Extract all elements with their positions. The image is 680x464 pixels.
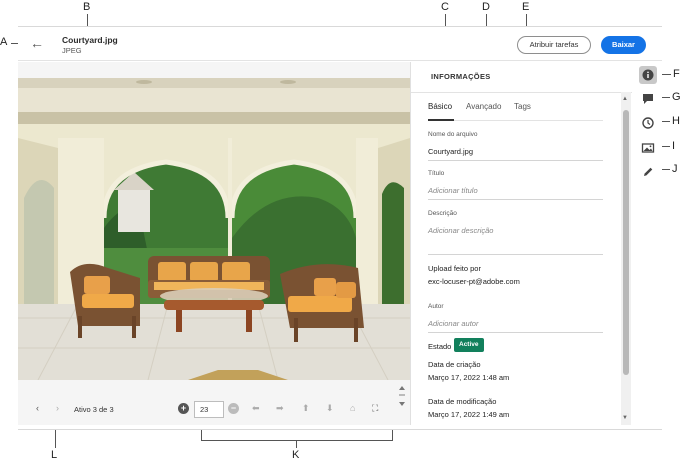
download-button[interactable]: Baixar xyxy=(601,36,646,54)
active-tab-indicator xyxy=(428,119,454,121)
author-label: Autor xyxy=(428,303,444,310)
panel-scrollbar-thumb[interactable] xyxy=(623,110,629,375)
title-underline xyxy=(428,199,603,200)
callout-b: B xyxy=(83,1,91,13)
comment-icon[interactable] xyxy=(639,90,657,108)
panel-divider xyxy=(411,92,632,93)
author-field[interactable]: Adicionar autor xyxy=(428,319,478,328)
author-underline xyxy=(428,332,603,333)
tab-tags[interactable]: Tags xyxy=(514,102,531,111)
file-name: Courtyard.jpg xyxy=(62,35,118,45)
callout-k: K xyxy=(292,449,300,461)
tab-advanced[interactable]: Avançado xyxy=(466,102,501,111)
description-field[interactable]: Adicionar descrição xyxy=(428,226,493,235)
image-icon[interactable] xyxy=(639,139,657,157)
viewer-scrollbar[interactable] xyxy=(396,382,408,412)
callout-g: G xyxy=(672,91,680,103)
status-badge: Active xyxy=(454,338,484,352)
created-label: Data de criação xyxy=(428,360,481,369)
clock-icon[interactable] xyxy=(639,114,657,132)
asset-preview-image xyxy=(18,78,410,380)
callout-i: I xyxy=(672,140,676,152)
callout-h: H xyxy=(672,115,680,127)
assign-tasks-button[interactable]: Atribuir tarefas xyxy=(517,36,591,54)
zoom-level-input[interactable]: 23 xyxy=(194,401,224,418)
callout-l: L xyxy=(51,449,58,461)
previous-asset-icon[interactable]: ‹ xyxy=(36,403,39,413)
uploaded-by-label: Upload feito por xyxy=(428,264,481,273)
zoom-out-icon[interactable]: − xyxy=(228,403,239,414)
title-field[interactable]: Adicionar título xyxy=(428,186,478,195)
viewer-toolbar: ‹ › Ativo 3 de 3 + 23 − ⬅ ➡ ⬆ ⬇ ⌂ ⛶ xyxy=(18,397,410,423)
flip-down-icon[interactable]: ⬇ xyxy=(326,403,334,414)
file-type: JPEG xyxy=(62,46,82,55)
callout-f: F xyxy=(673,68,680,80)
home-icon[interactable]: ⌂ xyxy=(350,403,355,413)
tab-basic[interactable]: Básico xyxy=(428,102,452,111)
callout-e: E xyxy=(522,1,530,13)
scroll-up-icon[interactable]: ▲ xyxy=(622,96,628,102)
flip-up-icon[interactable]: ⬆ xyxy=(302,403,310,414)
modified-value: Março 17, 2022 1:49 am xyxy=(428,410,510,419)
description-underline xyxy=(428,254,603,255)
tabs-baseline xyxy=(428,120,603,121)
uploaded-by-value: exc-locuser-pt@adobe.com xyxy=(428,277,520,286)
zoom-in-icon[interactable]: + xyxy=(178,403,189,414)
callout-c: C xyxy=(441,1,449,13)
description-label: Descrição xyxy=(428,210,457,217)
callout-k-line xyxy=(296,440,297,448)
callout-j-line xyxy=(662,169,670,170)
title-label: Título xyxy=(428,170,445,177)
callout-d: D xyxy=(482,1,490,13)
fit-to-screen-icon[interactable]: ⛶ xyxy=(372,403,378,414)
callout-k-bracket-bottom xyxy=(201,440,393,441)
asset-details-app: ← Courtyard.jpg JPEG Atribuir tarefas Ba… xyxy=(18,26,662,430)
callout-g-line xyxy=(662,97,670,98)
rotate-left-icon[interactable]: ⬅ xyxy=(252,403,260,414)
scroll-down-icon[interactable]: ▼ xyxy=(622,415,628,421)
asset-position-status: Ativo 3 de 3 xyxy=(74,405,114,414)
filename-underline xyxy=(428,160,603,161)
asset-viewer: ‹ › Ativo 3 de 3 + 23 − ⬅ ➡ ⬆ ⬇ ⌂ ⛶ xyxy=(18,62,410,425)
pencil-icon[interactable] xyxy=(639,163,657,181)
modified-label: Data de modificação xyxy=(428,397,497,406)
filename-label: Nome do arquivo xyxy=(428,131,478,138)
info-panel: INFORMAÇÕES Básico Avançado Tags Nome do… xyxy=(410,62,632,425)
right-rail xyxy=(632,62,662,425)
rotate-right-icon[interactable]: ➡ xyxy=(276,403,284,414)
back-button[interactable]: ← xyxy=(30,36,44,50)
callout-h-line xyxy=(662,121,670,122)
callout-i-line xyxy=(662,146,670,147)
callout-a: A xyxy=(0,36,8,48)
created-value: Março 17, 2022 1:48 am xyxy=(428,373,510,382)
callout-f-line xyxy=(662,74,671,75)
next-asset-icon[interactable]: › xyxy=(56,403,59,413)
panel-title: INFORMAÇÕES xyxy=(431,72,491,81)
state-label: Estado xyxy=(428,342,452,351)
callout-j: J xyxy=(672,163,678,175)
header-bar: ← Courtyard.jpg JPEG Atribuir tarefas Ba… xyxy=(18,27,662,61)
filename-value[interactable]: Courtyard.jpg xyxy=(428,147,473,156)
info-icon[interactable] xyxy=(639,66,657,84)
